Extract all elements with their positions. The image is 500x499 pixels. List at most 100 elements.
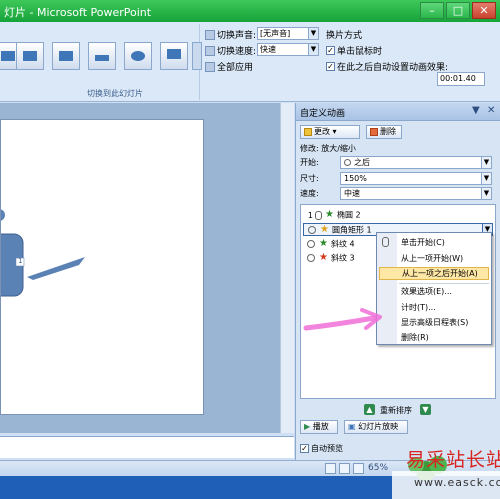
delete-label: 删除	[380, 127, 396, 136]
window-title: 灯片 - Microsoft PowerPoint	[4, 6, 152, 19]
star-icon	[304, 127, 312, 136]
sound-label: 切换声音:	[217, 31, 257, 41]
notes-pane[interactable]	[0, 436, 294, 458]
watermark-url: www.easck.com	[414, 476, 500, 489]
on-click-label: 单击鼠标时	[337, 47, 383, 57]
change-label: 更改	[314, 127, 330, 136]
diagonal-stripe-4	[27, 257, 85, 280]
pane-title: 自定义动画	[300, 109, 346, 119]
transition-thumb-3[interactable]	[52, 42, 80, 70]
slideshow-icon: ▣	[348, 422, 356, 431]
start-context-menu: 单击开始(C) 从上一项开始(W) 从上一项之后开始(A) 效果选项(E)...…	[376, 232, 492, 345]
ribbon: 切换到此幻灯片 切换声音: [无声音] ▼ 切换速度: 快速 ▼ 全部应用 换片方式…	[0, 22, 500, 102]
title-bar: 灯片 - Microsoft PowerPoint – □ ✕	[0, 0, 500, 22]
change-button[interactable]: 更改 ▾	[300, 125, 360, 139]
play-label: 播放	[312, 422, 329, 431]
apply-all-button[interactable]: 全部应用	[205, 60, 253, 74]
shape-number-label: 1	[18, 257, 23, 265]
move-up-button[interactable]: ▲	[364, 404, 375, 415]
item-name: 圆角矩形 1	[331, 225, 372, 235]
apply-all-label: 全部应用	[217, 63, 254, 73]
menu-item-on-click[interactable]: 单击开始(C)	[401, 237, 445, 248]
size-select[interactable]: 150% ▼	[340, 172, 492, 185]
chevron-down-icon[interactable]: ▼	[308, 44, 318, 55]
slideshow-view-button[interactable]	[353, 463, 364, 474]
chevron-down-icon[interactable]: ▼	[481, 173, 491, 184]
apply-all-icon	[205, 61, 215, 72]
sound-group: 切换声音: [无声音] ▼ 切换速度: 快速 ▼ 全部应用	[205, 24, 325, 100]
transition-thumb-4[interactable]	[88, 42, 116, 70]
slide-workspace: 1	[0, 103, 294, 433]
transition-thumb-6[interactable]	[160, 42, 188, 70]
play-button[interactable]: ▶ 播放	[300, 420, 338, 434]
chevron-down-icon[interactable]: ▼	[481, 157, 491, 168]
play-row: ▶ 播放 ▣ 幻灯片放映	[296, 419, 500, 435]
speed-label: 速度:	[300, 189, 319, 198]
mouse-icon	[382, 237, 389, 247]
star-icon: ★	[319, 252, 328, 263]
normal-view-button[interactable]	[325, 463, 336, 474]
after-checkbox[interactable]: ✓	[326, 62, 335, 71]
menu-item-with-previous[interactable]: 从上一项开始(W)	[401, 253, 463, 264]
pane-menu-icon[interactable]: ▼	[472, 105, 480, 116]
autopreview-label: 自动预览	[311, 444, 343, 453]
slide-canvas[interactable]: 1	[0, 119, 204, 415]
on-click-checkbox[interactable]: ✓	[326, 46, 335, 55]
start-select[interactable]: 之后 ▼	[340, 156, 492, 169]
watermark: 易采站长站 www.easck.com	[392, 445, 500, 499]
move-down-button[interactable]: ▼	[420, 404, 431, 415]
pane-header: 自定义动画 ▼ ✕	[296, 103, 500, 121]
zoom-level[interactable]: 65%	[368, 463, 388, 473]
play-icon: ▶	[304, 422, 311, 431]
delete-button[interactable]: 删除	[366, 125, 402, 139]
list-item[interactable]: 1 ★ 椭圆 2	[303, 209, 493, 222]
star-icon: ★	[319, 238, 328, 249]
close-icon[interactable]: ✕	[487, 105, 495, 116]
close-button[interactable]: ✕	[472, 2, 496, 19]
speed-value: 快速	[260, 45, 276, 54]
speed-select[interactable]: 中速 ▼	[340, 187, 492, 200]
annotation-arrow	[303, 308, 382, 331]
clock-icon	[308, 226, 316, 234]
menu-item-remove[interactable]: 删除(R)	[401, 332, 429, 343]
speed-select[interactable]: 快速 ▼	[257, 43, 319, 56]
watermark-title: 易采站长站	[406, 449, 500, 471]
item-name: 椭圆 2	[336, 210, 361, 220]
mouse-icon	[315, 210, 322, 220]
autopreview-checkbox[interactable]: ✓	[300, 444, 309, 453]
menu-item-effect-options[interactable]: 效果选项(E)...	[401, 286, 452, 297]
item-number: 1	[307, 210, 313, 220]
slide-shapes	[1, 209, 85, 297]
advance-title: 换片方式	[326, 31, 363, 41]
advance-slide-group: 换片方式 ✓ 单击鼠标时 ✓ 在此之后自动设置动画效果: 00:01.40	[322, 24, 500, 100]
after-time-input[interactable]: 00:01.40	[437, 72, 485, 86]
clock-icon	[344, 159, 351, 166]
chevron-down-icon[interactable]: ▼	[481, 188, 491, 199]
item-name: 斜纹 3	[330, 253, 355, 263]
reorder-label: 重新排序	[380, 406, 412, 415]
transition-thumb-2[interactable]	[16, 42, 44, 70]
after-label: 在此之后自动设置动画效果:	[337, 63, 449, 73]
workspace-scrollbar[interactable]	[280, 103, 294, 433]
start-value: 之后	[354, 158, 370, 167]
reorder-bar: ▲ 重新排序 ▼	[296, 403, 500, 417]
slideshow-button[interactable]: ▣ 幻灯片放映	[344, 420, 408, 434]
menu-item-timing[interactable]: 计时(T)...	[401, 302, 436, 313]
gallery-scroll[interactable]	[192, 42, 202, 70]
size-label: 尺寸:	[300, 174, 319, 183]
star-icon: ★	[325, 209, 334, 220]
clock-icon	[307, 254, 315, 262]
chevron-down-icon[interactable]: ▼	[308, 28, 318, 39]
autopreview-row: ✓ 自动预览	[300, 443, 343, 454]
ellipse-2	[1, 209, 5, 221]
delete-icon	[370, 127, 378, 136]
maximize-button[interactable]: □	[446, 2, 470, 19]
minimize-button[interactable]: –	[420, 2, 444, 19]
sorter-view-button[interactable]	[339, 463, 350, 474]
transitions-group-caption: 切换到此幻灯片	[87, 89, 143, 98]
menu-item-after-previous[interactable]: 从上一项之后开始(A)	[379, 267, 489, 280]
menu-item-advanced-timeline[interactable]: 显示高级日程表(S)	[401, 317, 468, 328]
clock-icon	[307, 240, 315, 248]
transition-thumb-5[interactable]	[124, 42, 152, 70]
sound-select[interactable]: [无声音] ▼	[257, 27, 319, 40]
